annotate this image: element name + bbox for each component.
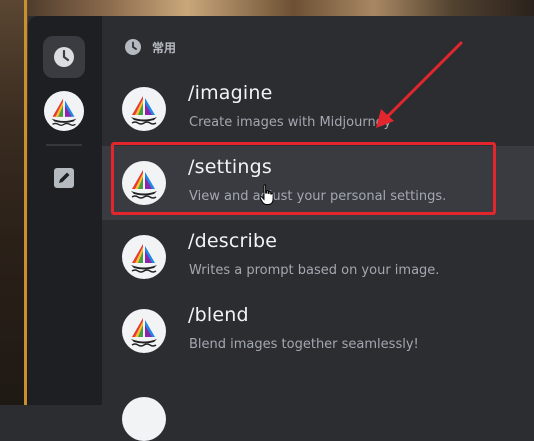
hand-pointer-icon xyxy=(259,184,274,205)
midjourney-avatar xyxy=(122,87,166,131)
command-source-rail xyxy=(28,16,102,405)
command-row-imagine[interactable]: /imagine Create images with Midjourney xyxy=(102,72,534,146)
rail-divider xyxy=(46,144,82,146)
midjourney-avatar xyxy=(122,309,166,353)
command-row-blend[interactable]: /blend Blend images together seamlessly! xyxy=(102,294,534,368)
command-description: Create images with Midjourney xyxy=(189,115,392,130)
section-header: 常用 xyxy=(124,38,176,56)
sailboat-icon xyxy=(131,318,157,347)
command-name: /blend xyxy=(188,304,249,326)
background-photo xyxy=(0,0,534,16)
sailboat-icon xyxy=(131,96,157,125)
recent-commands-button[interactable] xyxy=(43,36,85,78)
sailboat-icon xyxy=(43,90,85,132)
sailboat-icon xyxy=(131,244,157,273)
pencil-icon xyxy=(54,168,74,188)
section-label: 常用 xyxy=(152,40,177,55)
next-command-avatar xyxy=(122,397,166,441)
command-description: Writes a prompt based on your image. xyxy=(189,263,440,278)
midjourney-avatar xyxy=(122,235,166,279)
highlight-edge xyxy=(24,0,27,405)
command-name: /imagine xyxy=(188,82,273,104)
command-row-describe[interactable]: /describe Writes a prompt based on your … xyxy=(102,220,534,294)
command-name: /describe xyxy=(188,230,278,252)
annotation-highlight-box xyxy=(111,142,496,215)
command-description: Blend images together seamlessly! xyxy=(189,337,419,352)
app-commands-button[interactable] xyxy=(43,157,85,199)
clock-icon xyxy=(54,47,74,67)
clock-icon xyxy=(125,39,141,55)
midjourney-bot-button[interactable] xyxy=(43,90,85,132)
